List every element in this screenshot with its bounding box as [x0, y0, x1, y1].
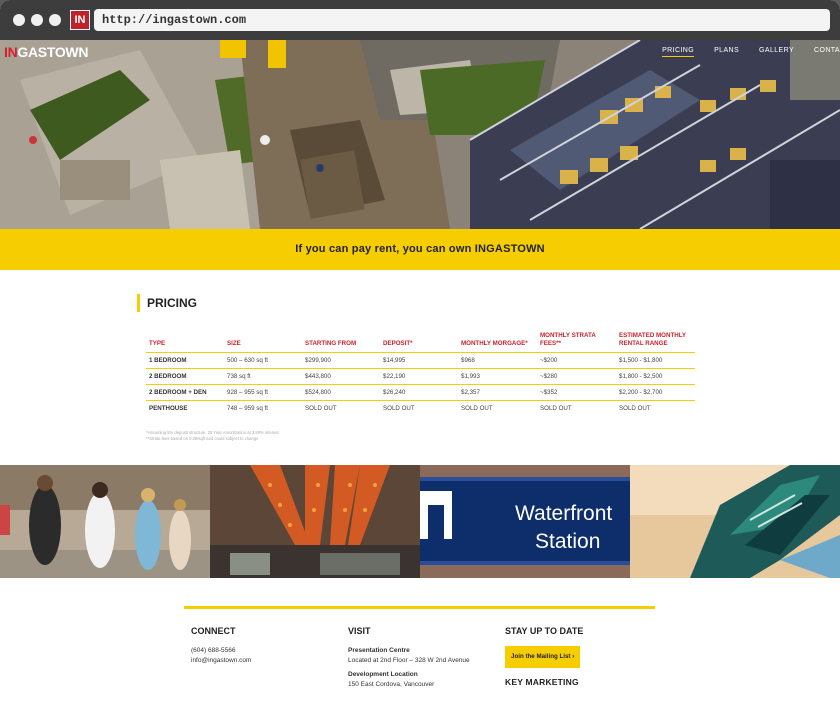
presentation-centre-label: Presentation Centre: [348, 647, 410, 654]
aerial-building-illustration: [0, 40, 840, 229]
nav-item-gallery[interactable]: GALLERY: [759, 47, 794, 57]
footer-connect: CONNECT (604) 688-5566 info@ingastown.co…: [191, 626, 331, 665]
footer-divider: [184, 606, 655, 609]
column-header: MONTHLY MORGAGE*: [458, 330, 537, 353]
table-row: 1 BEDROOM 500 – 630 sq ft $299,900 $14,9…: [146, 352, 695, 369]
footer-visit: VISIT Presentation Centre Located at 2nd…: [348, 626, 498, 689]
cell-strata: ~$352: [537, 384, 616, 401]
footer-heading-connect: CONNECT: [191, 626, 236, 636]
cell-type: 2 BEDROOM: [146, 368, 224, 385]
footer-heading-visit: VISIT: [348, 626, 371, 636]
hero-image: INGASTOWN PRICING PLANS GALLERY CONTA: [0, 40, 840, 229]
cell-size: 500 – 630 sq ft: [224, 352, 302, 369]
promo-banner: If you can pay rent, you can own INGASTO…: [0, 229, 840, 270]
window-maximize-dot[interactable]: [49, 14, 61, 26]
join-mailing-list-button[interactable]: Join the Mailing List ›: [505, 646, 581, 668]
main-nav: PRICING PLANS GALLERY CONTA: [662, 47, 840, 57]
cell-strata: ~$200: [537, 352, 616, 369]
cell-rental: $2,200 - $2,700: [616, 384, 695, 401]
email-link[interactable]: info@ingastown.com: [191, 656, 331, 666]
cell-size: 928 – 955 sq ft: [224, 384, 302, 401]
site-logo[interactable]: INGASTOWN: [4, 44, 88, 60]
cell-mortgage: $1,993: [458, 368, 537, 385]
development-location-address: 150 East Cordova, Vancouver: [348, 680, 435, 688]
column-header: MONTHLY STRATA FEES**: [537, 330, 616, 353]
photo-strip: Waterfront Station: [0, 465, 840, 578]
window-close-dot[interactable]: [13, 14, 25, 26]
cell-price: $299,900: [302, 352, 380, 369]
cell-mortgage: SOLD OUT: [461, 404, 493, 412]
cell-price: $443,800: [302, 368, 380, 385]
photo-neon-w-sign: [210, 465, 420, 578]
browser-window: IN http://ingastown.com INGASTOWN PRICIN…: [0, 0, 840, 727]
photo-people-walking: [0, 465, 210, 578]
pricing-table: TYPE SIZE STARTING FROM DEPOSIT* MONTHLY…: [146, 330, 695, 416]
cell-size: 738 sq ft: [224, 368, 302, 385]
column-header: TYPE: [146, 330, 224, 353]
cell-rental: $1,800 - $2,500: [616, 368, 695, 385]
pricing-footnotes: *Assuming 5% deposit structure, 25 Year …: [146, 430, 279, 442]
table-header-row: TYPE SIZE STARTING FROM DEPOSIT* MONTHLY…: [146, 330, 695, 353]
cell-deposit: $26,240: [380, 384, 458, 401]
cell-price: SOLD OUT: [305, 404, 337, 412]
logo-prefix: IN: [4, 44, 18, 60]
cell-strata: SOLD OUT: [540, 404, 572, 412]
cell-mortgage: $968: [458, 352, 537, 369]
site-favicon-icon: IN: [70, 10, 90, 30]
footer-heading-stay: STAY UP TO DATE: [505, 626, 584, 636]
column-header: STARTING FROM: [302, 330, 380, 353]
phone-link[interactable]: (604) 688-5566: [191, 646, 331, 656]
cell-mortgage: $2,357: [458, 384, 537, 401]
cell-type: 2 BEDROOM + DEN: [146, 384, 224, 401]
table-row: 2 BEDROOM 738 sq ft $443,800 $22,190 $1,…: [146, 368, 695, 385]
cell-deposit: SOLD OUT: [383, 404, 415, 412]
development-location-label: Development Location: [348, 671, 418, 678]
sign-text-line2: Station: [535, 530, 600, 553]
cell-rental: $1,500 - $1,800: [616, 352, 695, 369]
table-row: 2 BEDROOM + DEN 928 – 955 sq ft $524,800…: [146, 384, 695, 401]
address-bar[interactable]: http://ingastown.com: [94, 9, 830, 31]
column-header: ESTIMATED MONTHLY RENTAL RANGE: [616, 330, 695, 353]
nav-item-pricing[interactable]: PRICING: [662, 47, 695, 57]
logo-suffix: GASTOWN: [17, 44, 89, 60]
nav-item-contact[interactable]: CONTA: [814, 47, 840, 57]
cell-size: 748 – 959 sq ft: [227, 404, 268, 412]
cell-price: $524,800: [302, 384, 380, 401]
sign-text-line1: Waterfront: [515, 502, 612, 525]
column-header: DEPOSIT*: [380, 330, 458, 353]
cell-strata: ~$280: [537, 368, 616, 385]
column-header: SIZE: [224, 330, 302, 353]
cell-rental: SOLD OUT: [619, 404, 651, 412]
cell-type: 1 BEDROOM: [146, 352, 224, 369]
footer-stay: STAY UP TO DATE Join the Mailing List › …: [505, 626, 655, 687]
photo-waterfront-station-sign: Waterfront Station: [420, 465, 630, 578]
footnote: **Strata fees based on 0.38/sqft and cou…: [146, 436, 259, 441]
photo-green-shoe: [630, 465, 840, 578]
browser-toolbar: IN http://ingastown.com: [0, 0, 840, 40]
nav-item-plans[interactable]: PLANS: [714, 47, 739, 57]
window-minimize-dot[interactable]: [31, 14, 43, 26]
key-marketing-logo[interactable]: KEY MARKETING: [505, 677, 655, 688]
cell-deposit: $14,995: [380, 352, 458, 369]
table-row: PENTHOUSE 748 – 959 sq ft SOLD OUT SOLD …: [146, 400, 695, 416]
cell-type: PENTHOUSE: [149, 404, 188, 412]
cell-deposit: $22,190: [380, 368, 458, 385]
section-title-pricing: PRICING: [137, 294, 197, 312]
presentation-centre-address: Located at 2nd Floor – 328 W 2nd Avenue: [348, 656, 470, 664]
